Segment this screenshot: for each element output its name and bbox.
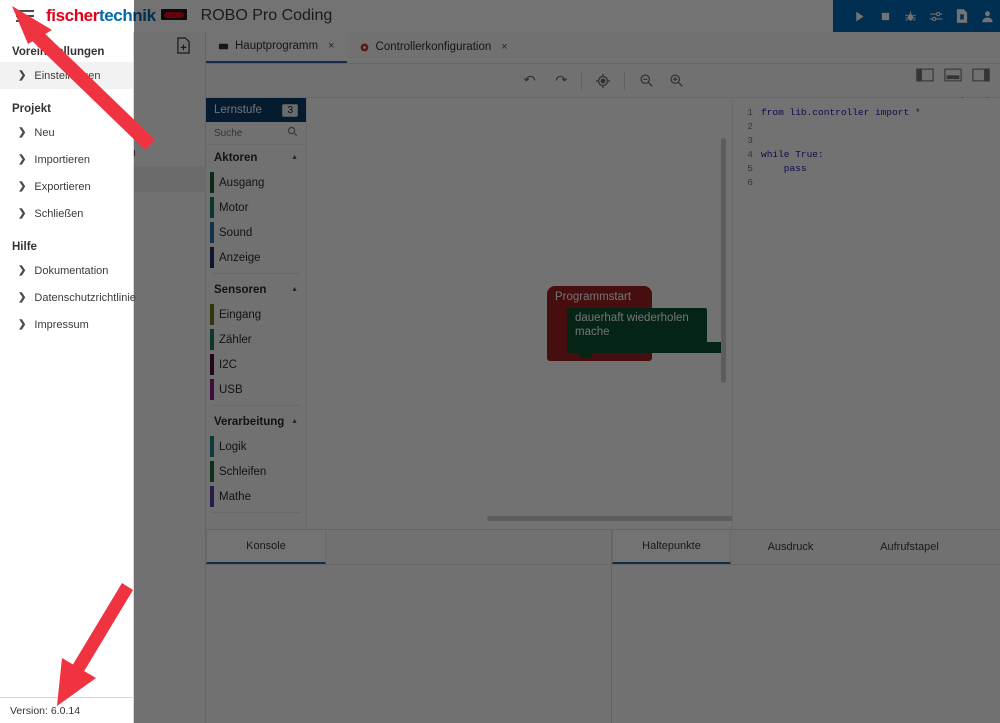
drawer-item-impressum[interactable]: ❯ Impressum [0, 311, 133, 338]
chevron-right-icon: ❯ [18, 181, 26, 192]
drawer-item-einstellungen[interactable]: ❯ Einstellungen [0, 62, 133, 89]
drawer-item-exportieren[interactable]: ❯ Exportieren [0, 173, 133, 200]
chevron-right-icon: ❯ [18, 70, 26, 81]
drawer-item-importieren[interactable]: ❯ Importieren [0, 146, 133, 173]
main-menu-drawer: Voreinstellungen ❯ Einstellungen Projekt… [0, 32, 134, 723]
drawer-item-label: Schließen [34, 208, 83, 220]
chevron-right-icon: ❯ [18, 208, 26, 219]
drawer-item-label: Einstellungen [34, 70, 100, 82]
chevron-right-icon: ❯ [18, 292, 26, 303]
modal-dim-overlay[interactable] [134, 0, 1000, 723]
drawer-item-schliessen[interactable]: ❯ Schließen [0, 200, 133, 227]
chevron-right-icon: ❯ [18, 154, 26, 165]
hamburger-line [16, 15, 34, 17]
hamburger-line [16, 10, 34, 12]
hamburger-line [16, 20, 34, 22]
drawer-item-datenschutzrichtlinie[interactable]: ❯ Datenschutzrichtlinie [0, 284, 133, 311]
chevron-right-icon: ❯ [18, 319, 26, 330]
drawer-item-label: Dokumentation [34, 265, 108, 277]
drawer-section-title-hilfe: Hilfe [0, 227, 133, 257]
chevron-right-icon: ❯ [18, 265, 26, 276]
drawer-item-label: Neu [34, 127, 54, 139]
brand-fischer-text: fischer [46, 6, 99, 25]
drawer-item-label: Exportieren [34, 181, 90, 193]
drawer-item-label: Impressum [34, 319, 88, 331]
drawer-item-label: Datenschutzrichtlinie [34, 292, 136, 304]
version-label: Version: 6.0.14 [0, 697, 133, 723]
drawer-item-neu[interactable]: ❯ Neu [0, 119, 133, 146]
drawer-section-title-voreinstellungen: Voreinstellungen [0, 32, 133, 62]
drawer-item-label: Importieren [34, 154, 90, 166]
hamburger-menu-button[interactable] [8, 10, 42, 22]
app-root: fischertechnik ROBO Pro Coding [0, 0, 1000, 723]
drawer-section-title-projekt: Projekt [0, 89, 133, 119]
drawer-item-dokumentation[interactable]: ❯ Dokumentation [0, 257, 133, 284]
chevron-right-icon: ❯ [18, 127, 26, 138]
